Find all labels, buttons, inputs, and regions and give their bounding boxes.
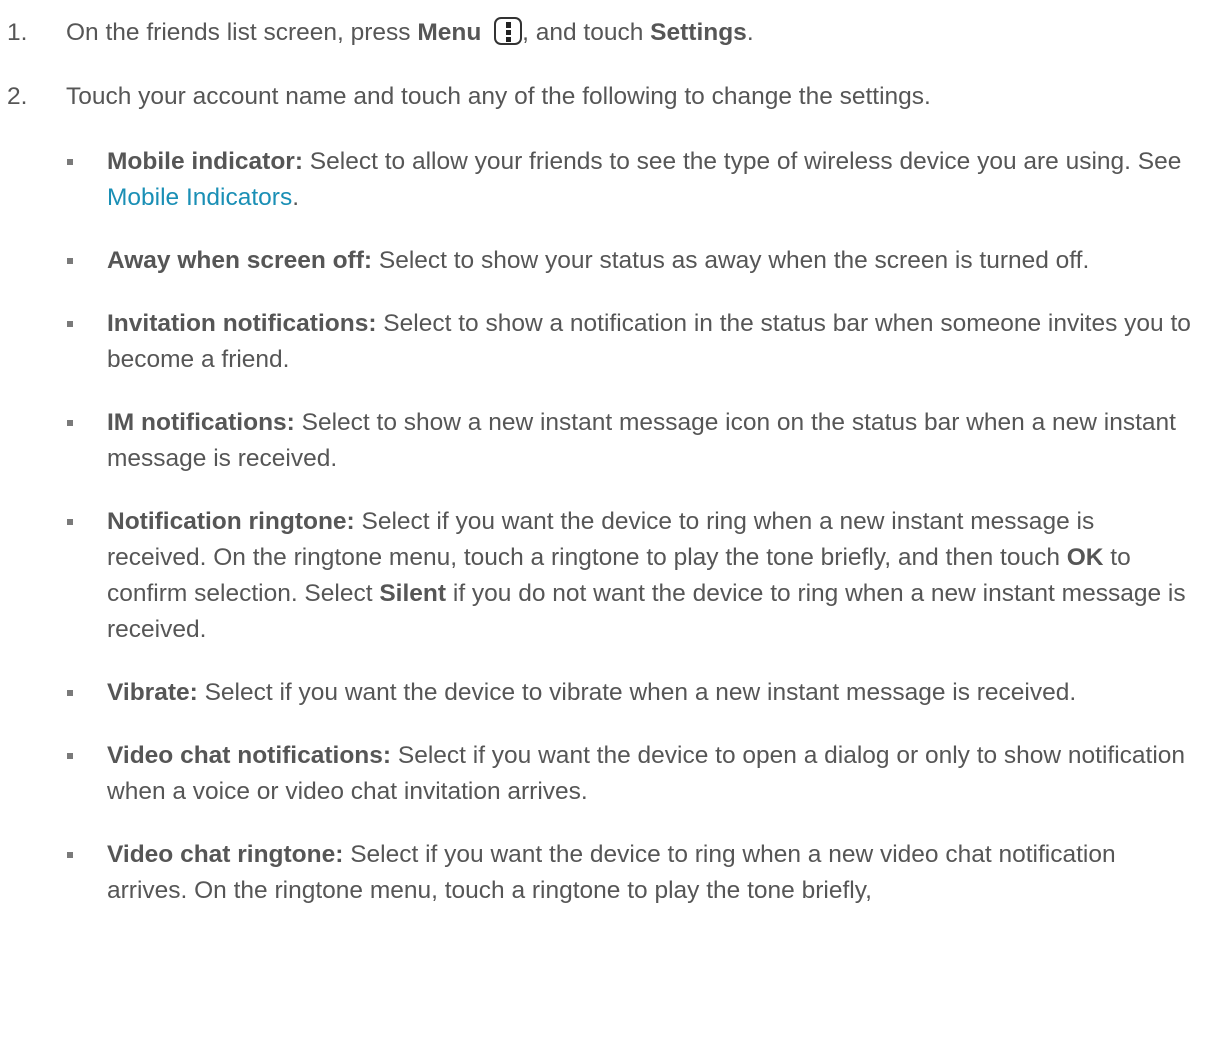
mobile-indicators-link[interactable]: Mobile Indicators bbox=[107, 184, 292, 211]
step-2: 2. Touch your account name and touch any… bbox=[0, 79, 1215, 115]
list-item-notification-ringtone: Notification ringtone: Select if you wan… bbox=[0, 504, 1215, 648]
option-description: Select if you want the device to vibrate… bbox=[197, 679, 1077, 706]
option-description-end: . bbox=[292, 184, 300, 211]
settings-label: Settings bbox=[650, 19, 747, 46]
option-description: Select to allow your friends to see the … bbox=[303, 148, 1182, 175]
bullet-square-icon bbox=[67, 753, 73, 759]
step-text-end: . bbox=[746, 19, 754, 46]
bullet-square-icon bbox=[67, 258, 73, 264]
step-number: 1. bbox=[7, 19, 28, 46]
option-term: Away when screen off: bbox=[107, 247, 373, 274]
step-text: , and touch bbox=[522, 19, 651, 46]
list-item-invitation-notifications: Invitation notifications: Select to show… bbox=[0, 306, 1215, 378]
bullet-square-icon bbox=[67, 159, 73, 165]
option-term: Notification ringtone: bbox=[107, 508, 355, 535]
list-item-im-notifications: IM notifications: Select to show a new i… bbox=[0, 405, 1215, 477]
ok-label: OK bbox=[1066, 544, 1104, 571]
list-item-away-when-screen-off: Away when screen off: Select to show you… bbox=[0, 243, 1215, 279]
step-text: On the friends list screen, press bbox=[66, 19, 418, 46]
list-item-video-chat-ringtone: Video chat ringtone: Select if you want … bbox=[0, 837, 1215, 909]
settings-option-list: Mobile indicator: Select to allow your f… bbox=[0, 144, 1215, 909]
silent-label: Silent bbox=[379, 580, 447, 607]
list-item-video-chat-notifications: Video chat notifications: Select if you … bbox=[0, 738, 1215, 810]
step-text: Touch your account name and touch any of… bbox=[66, 83, 931, 110]
menu-key-label: Menu bbox=[417, 19, 482, 46]
step-1: 1. On the friends list screen, press Men… bbox=[0, 15, 1215, 51]
option-term: IM notifications: bbox=[107, 409, 295, 436]
menu-key-icon bbox=[494, 17, 523, 45]
document-page: 1. On the friends list screen, press Men… bbox=[0, 15, 1215, 909]
option-term: Vibrate: bbox=[107, 679, 198, 706]
option-term: Video chat ringtone: bbox=[107, 841, 344, 868]
bullet-square-icon bbox=[67, 321, 73, 327]
option-term: Invitation notifications: bbox=[107, 310, 377, 337]
step-number: 2. bbox=[7, 83, 28, 110]
bullet-square-icon bbox=[67, 519, 73, 525]
list-item-vibrate: Vibrate: Select if you want the device t… bbox=[0, 675, 1215, 711]
option-term: Video chat notifications: bbox=[107, 742, 392, 769]
list-item-mobile-indicator: Mobile indicator: Select to allow your f… bbox=[0, 144, 1215, 216]
bullet-square-icon bbox=[67, 420, 73, 426]
option-description: Select to show your status as away when … bbox=[372, 247, 1090, 274]
bullet-square-icon bbox=[67, 852, 73, 858]
option-term: Mobile indicator: bbox=[107, 148, 303, 175]
bullet-square-icon bbox=[67, 690, 73, 696]
